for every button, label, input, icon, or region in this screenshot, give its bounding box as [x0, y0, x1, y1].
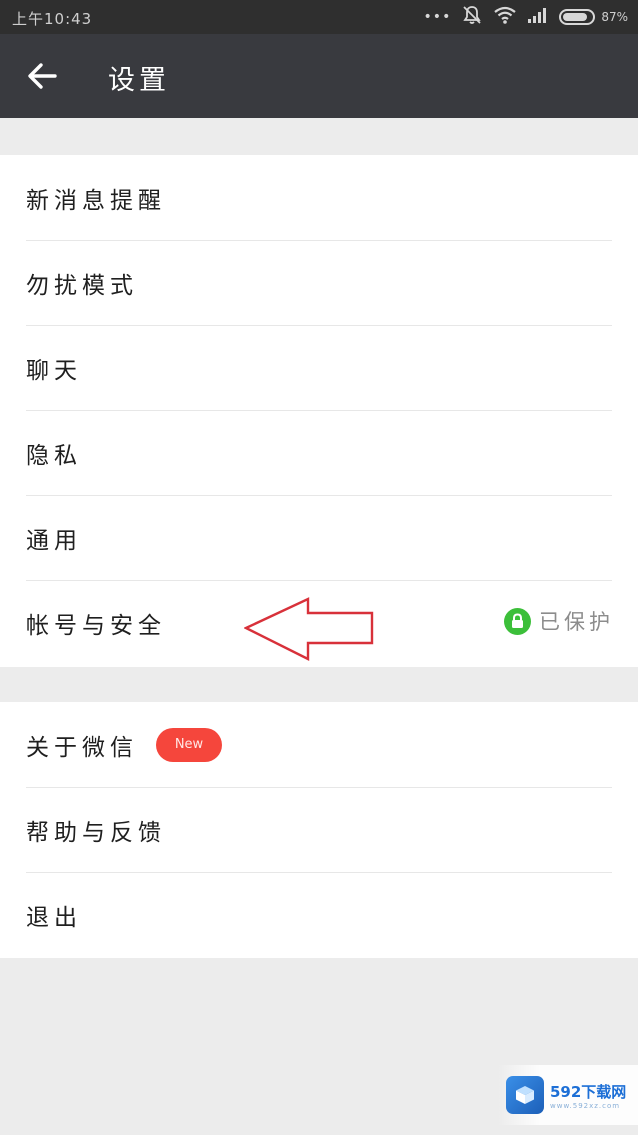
- settings-item-label: 聊天: [26, 357, 82, 384]
- more-dots-icon: •••: [423, 9, 452, 25]
- settings-group-main: 新消息提醒 勿扰模式 聊天 隐私 通用 帐号与安全 已保护: [0, 155, 638, 667]
- app-bar: 设置: [0, 34, 638, 118]
- settings-item-label: 帐号与安全: [26, 612, 166, 639]
- protection-status: 已保护: [504, 606, 614, 636]
- settings-item-label: 新消息提醒: [26, 187, 166, 214]
- watermark-logo-icon: [506, 1076, 544, 1114]
- settings-item-new-message-alerts[interactable]: 新消息提醒: [0, 155, 638, 240]
- status-time: 上午10:43: [12, 10, 93, 28]
- settings-item-label: 通用: [26, 527, 82, 554]
- settings-group-secondary: 关于微信 New 帮助与反馈 退出: [0, 702, 638, 958]
- new-badge: New: [156, 727, 222, 762]
- signal-icon: [527, 6, 549, 28]
- battery-icon: [559, 9, 596, 25]
- watermark-text: 592下载网 www.592xz.com: [550, 1081, 626, 1110]
- battery-indicator: 87%: [559, 9, 628, 25]
- settings-item-general[interactable]: 通用: [0, 495, 638, 580]
- lock-icon: [504, 607, 531, 635]
- back-button[interactable]: [20, 54, 64, 98]
- notifications-off-icon: [461, 4, 483, 30]
- settings-item-chat[interactable]: 聊天: [0, 325, 638, 410]
- settings-item-label: 帮助与反馈: [26, 819, 166, 846]
- settings-item-about-wechat[interactable]: 关于微信 New: [0, 702, 638, 787]
- watermark-main: 592下载网: [550, 1082, 627, 1101]
- protection-status-text: 已保护: [539, 610, 614, 634]
- arrow-left-icon: [28, 63, 57, 89]
- settings-item-logout[interactable]: 退出: [0, 872, 638, 957]
- settings-item-help-feedback[interactable]: 帮助与反馈: [0, 787, 638, 872]
- wifi-icon: [493, 5, 517, 29]
- status-icons: ••• 87%: [424, 6, 628, 28]
- page-title: 设置: [108, 65, 170, 96]
- settings-item-label: 勿扰模式: [26, 272, 138, 299]
- settings-item-label: 关于微信: [26, 734, 138, 761]
- battery-percent: 87%: [601, 10, 628, 24]
- watermark-sub: www.592xz.com: [550, 1101, 621, 1110]
- settings-item-label: 隐私: [26, 442, 82, 469]
- settings-item-privacy[interactable]: 隐私: [0, 410, 638, 495]
- annotation-arrow-icon: [244, 597, 374, 661]
- site-watermark: 592下载网 www.592xz.com: [498, 1065, 638, 1125]
- battery-fill: [563, 13, 588, 21]
- settings-item-label: 退出: [26, 904, 82, 931]
- status-bar: 上午10:43 ••• 87%: [0, 0, 638, 34]
- settings-item-do-not-disturb[interactable]: 勿扰模式: [0, 240, 638, 325]
